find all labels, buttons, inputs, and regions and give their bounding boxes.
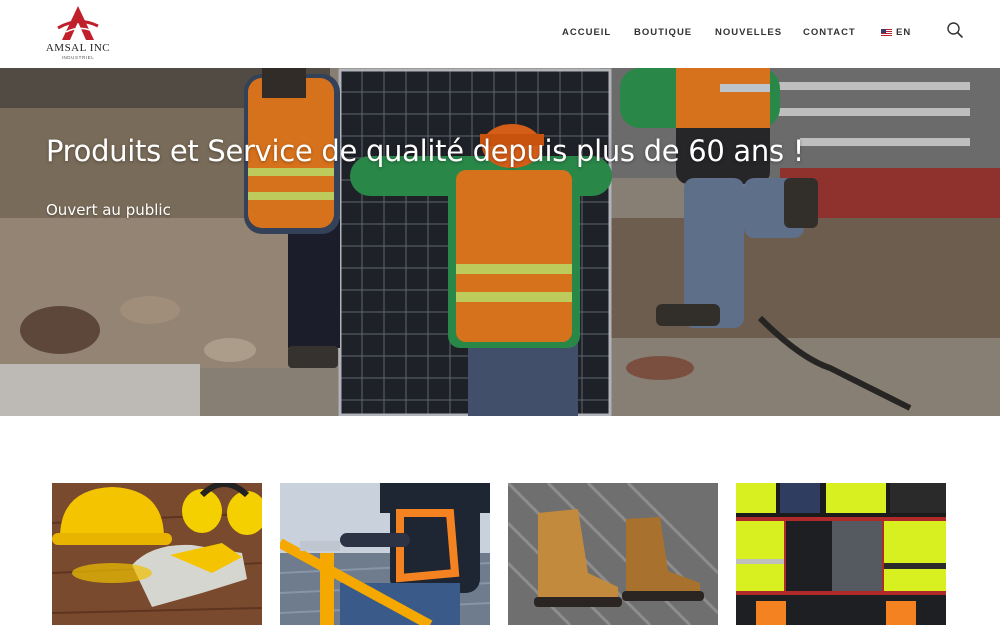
site-header: AMSAL INC INDUSTRIEL ACCUEIL BOUTIQUE NO… (0, 0, 1000, 68)
brand-tagline: INDUSTRIEL (61, 55, 95, 60)
nav-item-accueil[interactable]: ACCUEIL (562, 27, 611, 38)
search-icon (947, 22, 963, 38)
category-card-hard-hat[interactable] (52, 483, 262, 625)
language-switcher[interactable]: EN (881, 27, 911, 38)
nav-item-contact[interactable]: CONTACT (803, 27, 856, 38)
fall-protection-image (280, 483, 490, 625)
brand-name: AMSAL INC (45, 42, 111, 54)
hero-banner: Produits et Service de qualité depuis pl… (0, 68, 1000, 416)
brand-logo[interactable]: AMSAL INC INDUSTRIEL (42, 4, 114, 62)
us-flag-icon (881, 29, 892, 36)
category-card-fall-protection[interactable] (280, 483, 490, 625)
category-card-hi-vis-workwear[interactable] (736, 483, 946, 625)
hi-vis-workwear-image (736, 483, 946, 625)
language-label: EN (896, 27, 912, 38)
safety-boots-image (508, 483, 718, 625)
nav-item-boutique[interactable]: BOUTIQUE (634, 27, 692, 38)
category-card-safety-boots[interactable] (508, 483, 718, 625)
hero-image (0, 68, 1000, 416)
nav-item-nouvelles[interactable]: NOUVELLES (715, 27, 782, 38)
hero-title: Produits et Service de qualité depuis pl… (46, 134, 805, 168)
logo-emblem-icon (57, 6, 99, 40)
hard-hat-gloves-image (52, 483, 262, 625)
search-button[interactable] (946, 21, 964, 39)
hero-subtitle: Ouvert au public (46, 201, 171, 219)
